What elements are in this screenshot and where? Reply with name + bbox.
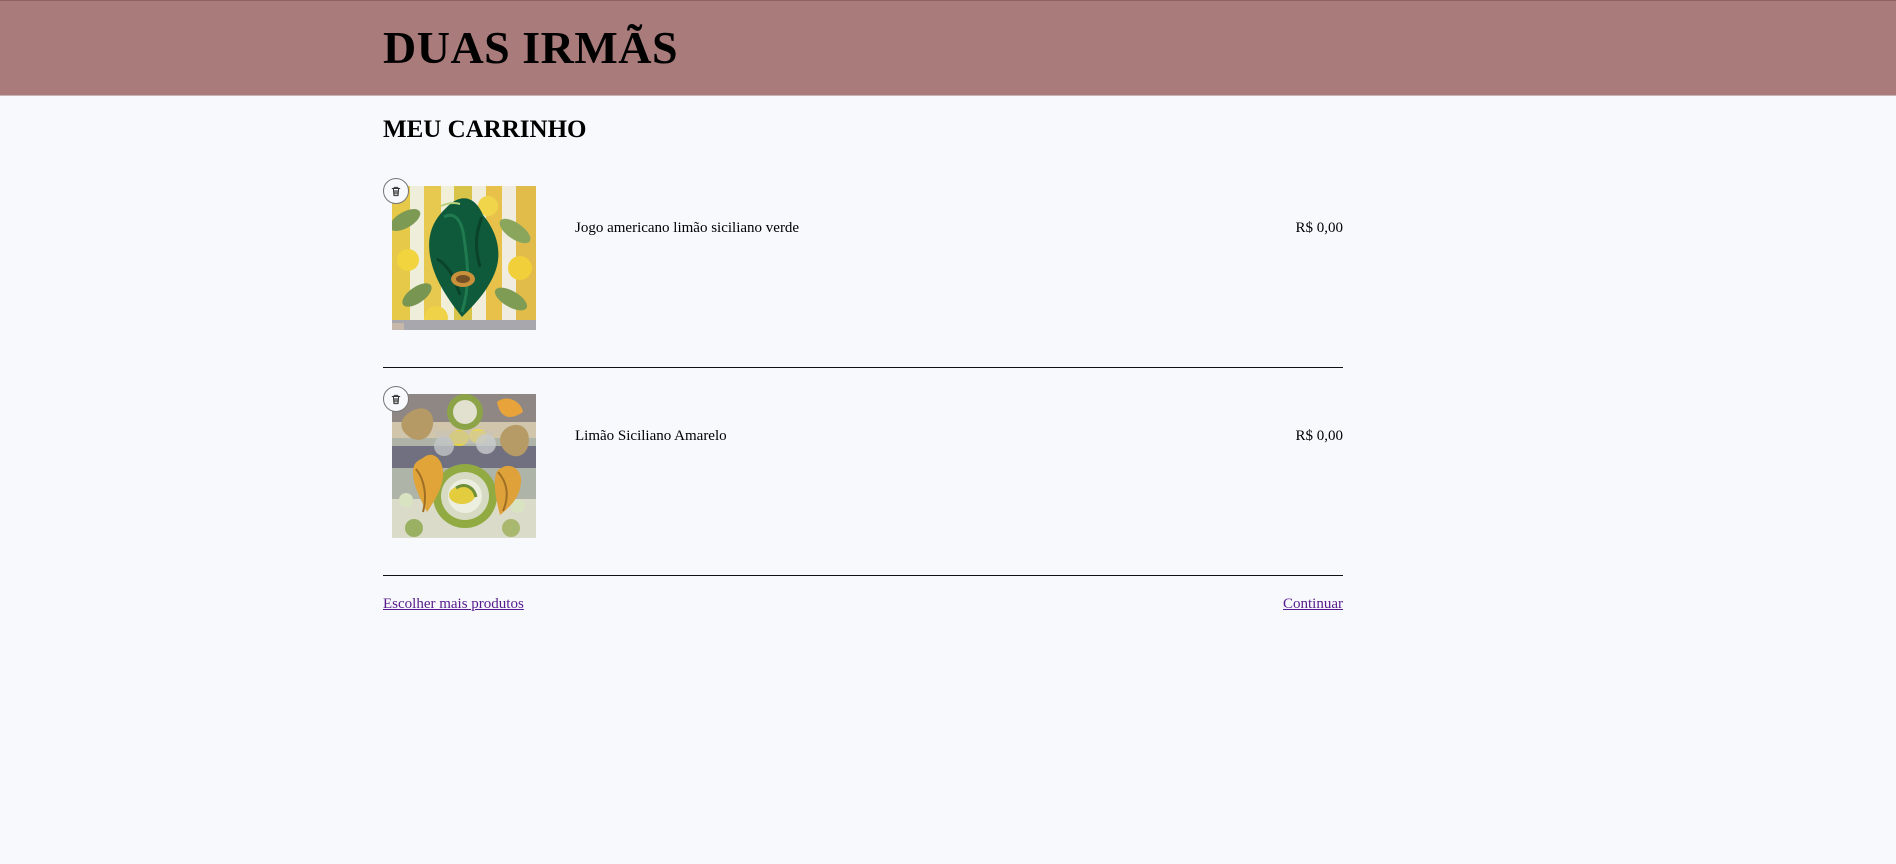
product-image-green-napkin[interactable] [392, 186, 536, 330]
cart-actions: Escolher mais produtos Continuar [383, 594, 1343, 616]
brand-logo-text[interactable]: DUAS IRMÃS [383, 18, 678, 78]
product-price: R$ 0,00 [1295, 428, 1343, 444]
product-price: R$ 0,00 [1295, 220, 1343, 236]
remove-item-button[interactable] [383, 386, 409, 412]
product-photo-lemon-table-setting [392, 394, 536, 538]
cart-item-divider [383, 367, 1343, 368]
choose-more-products-link[interactable]: Escolher mais produtos [383, 594, 524, 614]
product-name[interactable]: Jogo americano limão siciliano verde [575, 218, 799, 238]
product-photo-green-napkin [392, 186, 536, 330]
product-name[interactable]: Limão Siciliano Amarelo [575, 426, 727, 446]
cart-item: Jogo americano limão siciliano verde R$ … [383, 178, 1343, 368]
remove-item-button[interactable] [383, 178, 409, 204]
trash-icon [391, 394, 401, 404]
page-title: MEU CARRINHO [383, 116, 587, 143]
cart-item-divider [383, 575, 1343, 576]
product-image-lemon-table-setting[interactable] [392, 394, 536, 538]
trash-icon [391, 186, 401, 196]
continue-link[interactable]: Continuar [1283, 594, 1343, 614]
site-header: DUAS IRMÃS [0, 0, 1896, 96]
cart-item: Limão Siciliano Amarelo R$ 0,00 [383, 386, 1343, 576]
